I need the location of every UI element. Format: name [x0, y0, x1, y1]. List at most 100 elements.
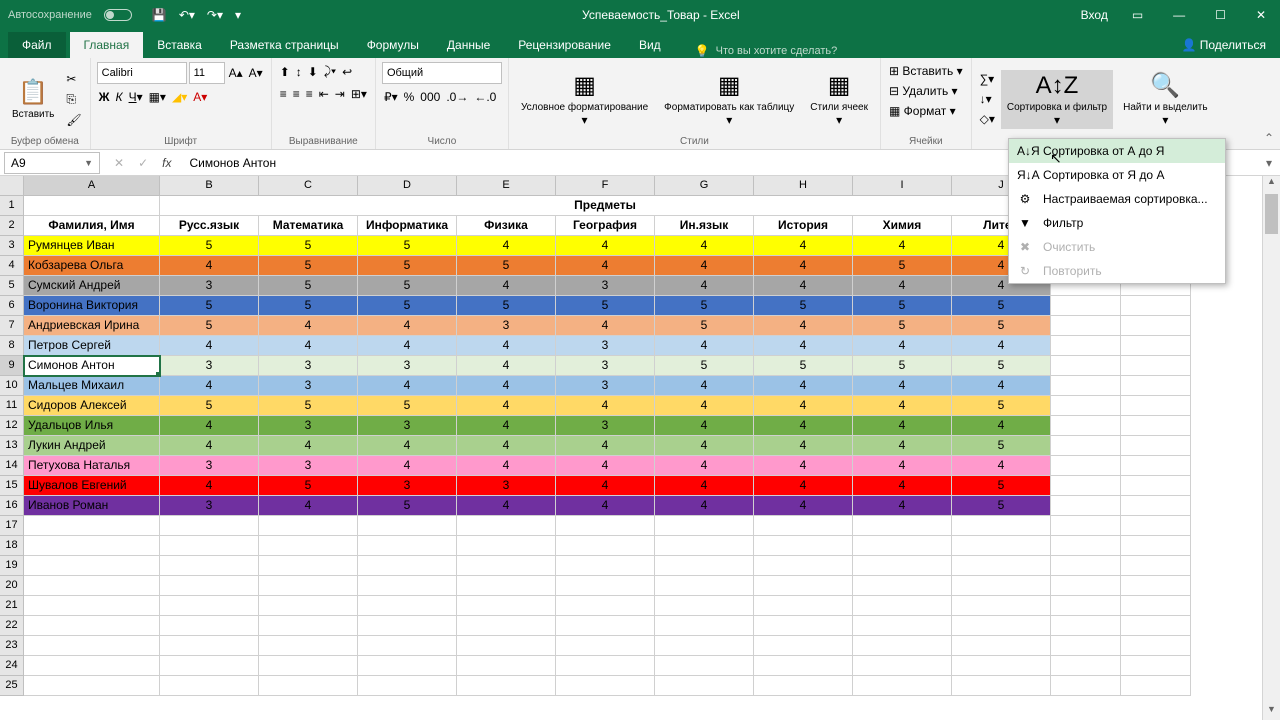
cell-F6[interactable]: 5: [556, 296, 655, 316]
cell-I18[interactable]: [853, 536, 952, 556]
cell-L15[interactable]: [1121, 476, 1191, 496]
col-header-E[interactable]: E: [457, 176, 556, 196]
expand-formula-icon[interactable]: ▾: [1258, 156, 1280, 170]
cell-C12[interactable]: 3: [259, 416, 358, 436]
cell-C24[interactable]: [259, 656, 358, 676]
cell-E16[interactable]: 4: [457, 496, 556, 516]
cell-L18[interactable]: [1121, 536, 1191, 556]
cell-C20[interactable]: [259, 576, 358, 596]
ribbon-display-icon[interactable]: ▭: [1126, 8, 1149, 22]
cell-G9[interactable]: 5: [655, 356, 754, 376]
cell-G13[interactable]: 4: [655, 436, 754, 456]
cell-D18[interactable]: [358, 536, 457, 556]
cell-E11[interactable]: 4: [457, 396, 556, 416]
cell-A16[interactable]: Иванов Роман: [24, 496, 160, 516]
cell-F19[interactable]: [556, 556, 655, 576]
cell-K19[interactable]: [1051, 556, 1121, 576]
cell-I11[interactable]: 4: [853, 396, 952, 416]
cell-D5[interactable]: 5: [358, 276, 457, 296]
indent-increase-icon[interactable]: ⇥: [333, 85, 347, 103]
cell-A15[interactable]: Шувалов Евгений: [24, 476, 160, 496]
login-button[interactable]: Вход: [1081, 8, 1108, 22]
cell-B9[interactable]: 3: [160, 356, 259, 376]
cell-H3[interactable]: 4: [754, 236, 853, 256]
cell-J19[interactable]: [952, 556, 1051, 576]
cell-K16[interactable]: [1051, 496, 1121, 516]
cell-G16[interactable]: 4: [655, 496, 754, 516]
cell-D17[interactable]: [358, 516, 457, 536]
cell-B10[interactable]: 4: [160, 376, 259, 396]
cell-I22[interactable]: [853, 616, 952, 636]
cell-B6[interactable]: 5: [160, 296, 259, 316]
cell-C18[interactable]: [259, 536, 358, 556]
cell-F16[interactable]: 4: [556, 496, 655, 516]
cell-G17[interactable]: [655, 516, 754, 536]
row-header-14[interactable]: 14: [0, 456, 24, 476]
cell-J21[interactable]: [952, 596, 1051, 616]
vertical-scrollbar[interactable]: ▲ ▼: [1262, 176, 1280, 720]
cell-E15[interactable]: 3: [457, 476, 556, 496]
cell-B25[interactable]: [160, 676, 259, 696]
cell-J18[interactable]: [952, 536, 1051, 556]
cell-B23[interactable]: [160, 636, 259, 656]
cell-J22[interactable]: [952, 616, 1051, 636]
redo-icon[interactable]: ↷▾: [207, 8, 223, 22]
undo-icon[interactable]: ↶▾: [179, 8, 195, 22]
sort-filter-button[interactable]: A↕ZСортировка и фильтр▾: [1001, 70, 1113, 129]
font-color-button[interactable]: A▾: [191, 88, 209, 106]
header-G[interactable]: Ин.язык: [655, 216, 754, 236]
cell-B20[interactable]: [160, 576, 259, 596]
bold-button[interactable]: Ж: [97, 88, 112, 106]
cell-H4[interactable]: 4: [754, 256, 853, 276]
cell-L6[interactable]: [1121, 296, 1191, 316]
col-header-F[interactable]: F: [556, 176, 655, 196]
cell-H24[interactable]: [754, 656, 853, 676]
tab-insert[interactable]: Вставка: [143, 32, 216, 58]
cell-I7[interactable]: 5: [853, 316, 952, 336]
cell-I3[interactable]: 4: [853, 236, 952, 256]
cell-B18[interactable]: [160, 536, 259, 556]
cell-H22[interactable]: [754, 616, 853, 636]
cell-B7[interactable]: 5: [160, 316, 259, 336]
cell-J8[interactable]: 4: [952, 336, 1051, 356]
cell-H21[interactable]: [754, 596, 853, 616]
row-header-4[interactable]: 4: [0, 256, 24, 276]
cell-F7[interactable]: 4: [556, 316, 655, 336]
cell-J16[interactable]: 5: [952, 496, 1051, 516]
cell-I23[interactable]: [853, 636, 952, 656]
font-name-input[interactable]: [97, 62, 187, 84]
fx-icon[interactable]: fx: [162, 156, 171, 170]
cell-F15[interactable]: 4: [556, 476, 655, 496]
cell-K12[interactable]: [1051, 416, 1121, 436]
row-header-3[interactable]: 3: [0, 236, 24, 256]
subjects-header[interactable]: Предметы: [160, 196, 1051, 216]
cell-J13[interactable]: 5: [952, 436, 1051, 456]
font-size-input[interactable]: [189, 62, 225, 84]
row-header-18[interactable]: 18: [0, 536, 24, 556]
cell-D24[interactable]: [358, 656, 457, 676]
cell-E6[interactable]: 5: [457, 296, 556, 316]
cell-C9[interactable]: 3: [259, 356, 358, 376]
cell-H23[interactable]: [754, 636, 853, 656]
cell-C19[interactable]: [259, 556, 358, 576]
merge-button[interactable]: ⊞▾: [349, 85, 369, 103]
cell-A14[interactable]: Петухова Наталья: [24, 456, 160, 476]
cell-B15[interactable]: 4: [160, 476, 259, 496]
header-H[interactable]: История: [754, 216, 853, 236]
cell-D19[interactable]: [358, 556, 457, 576]
cell-J6[interactable]: 5: [952, 296, 1051, 316]
cell-A21[interactable]: [24, 596, 160, 616]
cell-E9[interactable]: 4: [457, 356, 556, 376]
row-header-17[interactable]: 17: [0, 516, 24, 536]
col-header-I[interactable]: I: [853, 176, 952, 196]
row-header-8[interactable]: 8: [0, 336, 24, 356]
cell-H7[interactable]: 4: [754, 316, 853, 336]
cell-G18[interactable]: [655, 536, 754, 556]
cell-D20[interactable]: [358, 576, 457, 596]
cell-K24[interactable]: [1051, 656, 1121, 676]
cell-I12[interactable]: 4: [853, 416, 952, 436]
cell-D11[interactable]: 5: [358, 396, 457, 416]
cell-F24[interactable]: [556, 656, 655, 676]
cell-C4[interactable]: 5: [259, 256, 358, 276]
cell-I10[interactable]: 4: [853, 376, 952, 396]
